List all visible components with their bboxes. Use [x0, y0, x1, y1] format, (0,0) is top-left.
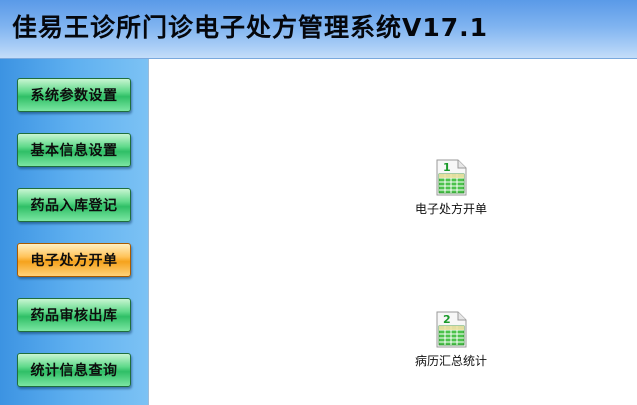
nav-button-label: 统计信息查询	[30, 363, 118, 379]
nav-button-statistics-query[interactable]: 统计信息查询	[17, 353, 131, 387]
nav-button-label: 药品入库登记	[30, 198, 118, 214]
nav-button-label: 药品审核出库	[30, 308, 118, 324]
nav-button-system-params[interactable]: 系统参数设置	[17, 78, 131, 112]
tile-e-prescription[interactable]: 1 电子处方开单	[391, 159, 511, 217]
nav-button-basic-info[interactable]: 基本信息设置	[17, 133, 131, 167]
nav-button-label: 系统参数设置	[30, 88, 118, 104]
main-panel: 1 电子处方开单 2 病历汇总统计	[149, 59, 637, 405]
spreadsheet-icon: 2	[434, 311, 468, 349]
nav-button-drug-stock-in[interactable]: 药品入库登记	[17, 188, 131, 222]
tile-medical-record-summary[interactable]: 2 病历汇总统计	[391, 311, 511, 369]
nav-button-label: 基本信息设置	[30, 143, 118, 159]
sidebar: 系统参数设置 基本信息设置 药品入库登记 电子处方开单 药品审核出库 统计信息查…	[0, 59, 149, 405]
nav-button-label: 电子处方开单	[30, 253, 118, 269]
title-bar: 佳易王诊所门诊电子处方管理系统V17.1	[0, 0, 637, 59]
tile-label: 电子处方开单	[414, 202, 487, 216]
tile-label: 病历汇总统计	[414, 354, 487, 368]
app-window: 佳易王诊所门诊电子处方管理系统V17.1 系统参数设置 基本信息设置 药品入库登…	[0, 0, 637, 405]
nav-button-drug-review-out[interactable]: 药品审核出库	[17, 298, 131, 332]
spreadsheet-icon: 1	[434, 159, 468, 197]
app-title: 佳易王诊所门诊电子处方管理系统V17.1	[12, 13, 489, 42]
nav-button-e-prescription[interactable]: 电子处方开单	[17, 243, 131, 277]
tile-number: 2	[443, 313, 451, 326]
tile-number: 1	[443, 161, 451, 174]
